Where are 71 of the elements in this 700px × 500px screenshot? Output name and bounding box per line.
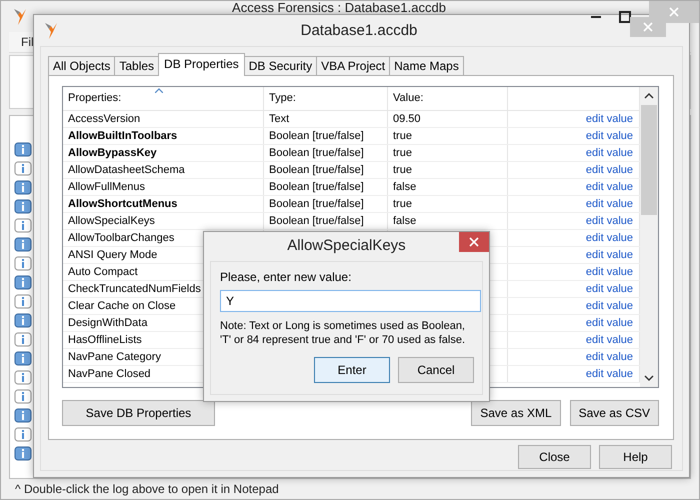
tab[interactable]: Name Maps (389, 56, 464, 75)
edit-value-link[interactable]: edit value (586, 368, 633, 380)
table-cell: true (388, 128, 508, 144)
table-cell: Boolean [true/false] (264, 179, 388, 195)
maximize-icon (618, 10, 631, 22)
status-text: ^ Double-click the log above to open it in Notepad (14, 481, 280, 498)
button[interactable]: Help (599, 445, 672, 469)
edit-value-link[interactable]: edit value (586, 300, 633, 312)
edit-value-link[interactable]: edit value (586, 232, 633, 244)
button[interactable]: Save as CSV (570, 400, 659, 426)
table-cell: true (388, 196, 508, 212)
table-cell: AllowFullMenus (63, 179, 264, 195)
close-icon (668, 7, 679, 17)
table-cell: AllowDatasheetSchema (63, 162, 264, 178)
close-button[interactable] (458, 232, 489, 252)
table-cell: Boolean [true/false] (264, 145, 388, 161)
table-cell: Text (264, 111, 388, 127)
edit-value-link[interactable]: edit value (586, 351, 633, 363)
button[interactable]: Close (518, 445, 591, 469)
table-cell: Boolean [true/false] (264, 162, 388, 178)
edit-value-link[interactable]: edit value (586, 317, 633, 329)
button[interactable]: Cancel (398, 357, 474, 383)
edit-value-link[interactable]: edit value (586, 113, 633, 125)
menu-item[interactable]: Fil (21, 35, 34, 49)
table-cell: AllowBuiltInToolbars (63, 128, 264, 144)
window-title: Access Forensics : Database1.accdb (231, 1, 446, 15)
close-icon (468, 237, 479, 247)
table-cell: false (388, 213, 508, 229)
scroll-down-icon (644, 375, 654, 381)
table-cell: Boolean [true/false] (264, 213, 388, 229)
app-logo-icon (13, 8, 27, 26)
column-header[interactable]: Properties: (63, 87, 264, 110)
edit-value-link[interactable]: edit value (586, 266, 633, 278)
table-cell: Boolean [true/false] (264, 196, 388, 212)
edit-value-link[interactable]: edit value (586, 334, 633, 346)
app-logo-icon (44, 22, 58, 40)
edit-value-link[interactable]: edit value (586, 283, 633, 295)
dialog-title: AllowSpecialKeys (286, 236, 406, 256)
tab[interactable]: DB Properties (158, 53, 245, 76)
sort-caret-icon (155, 88, 163, 93)
column-header[interactable]: Value: (388, 87, 508, 110)
column-header[interactable]: Type: (264, 87, 388, 110)
table-cell: 09.50 (388, 111, 508, 127)
table-cell: AllowShortcutMenus (63, 196, 264, 212)
table-cell: AllowSpecialKeys (63, 213, 264, 229)
table-cell: true (388, 162, 508, 178)
tab[interactable]: DB Security (244, 56, 318, 75)
scroll-thumb[interactable] (641, 105, 657, 215)
table-cell: true (388, 145, 508, 161)
edit-value-link[interactable]: edit value (586, 147, 633, 159)
table-cell: AllowBypassKey (63, 145, 264, 161)
button[interactable]: Enter (314, 357, 390, 383)
input-field[interactable]: Y (220, 290, 481, 312)
tab[interactable]: VBA Project (316, 56, 390, 75)
close-icon (643, 22, 653, 32)
edit-value-link[interactable]: edit value (586, 181, 633, 193)
minimize-icon (590, 16, 601, 18)
table-cell: AccessVersion (63, 111, 264, 127)
scrollbar[interactable] (640, 87, 658, 387)
scroll-up-icon (644, 93, 654, 99)
edit-value-link[interactable]: edit value (586, 215, 633, 227)
edit-value-link[interactable]: edit value (586, 198, 633, 210)
dialog-title: Database1.accdb (300, 22, 418, 39)
edit-value-link[interactable]: edit value (586, 249, 633, 261)
edit-value-link[interactable]: edit value (586, 130, 633, 142)
table-cell: Boolean [true/false] (264, 128, 388, 144)
tab[interactable]: All Objects (48, 56, 116, 75)
button[interactable]: Save DB Properties (62, 400, 215, 426)
edit-value-link[interactable]: edit value (586, 164, 633, 176)
table-cell: false (388, 179, 508, 195)
button[interactable]: Save as XML (471, 400, 561, 426)
